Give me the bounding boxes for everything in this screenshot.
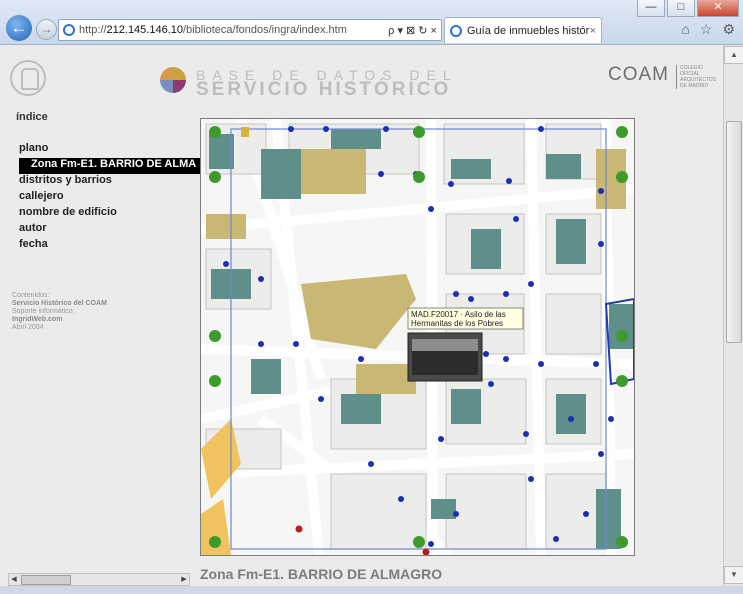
sidebar-item-nombre-edificio[interactable]: nombre de edificio bbox=[19, 206, 207, 222]
horizontal-scrollbar[interactable]: ◀ ▶ bbox=[8, 573, 190, 586]
ie-page-icon bbox=[63, 24, 75, 36]
maximize-button[interactable]: □ bbox=[667, 0, 695, 17]
browser-tab[interactable]: Guía de inmuebles históricos × bbox=[444, 17, 602, 43]
settings-gear-icon[interactable]: ⚙ bbox=[722, 21, 735, 38]
coam-seal-logo[interactable] bbox=[10, 60, 46, 96]
close-window-button[interactable]: ✕ bbox=[697, 0, 739, 17]
url-path: /biblioteca/fondos/ingra/index.htm bbox=[183, 24, 347, 36]
horizontal-scroll-thumb[interactable] bbox=[21, 575, 71, 585]
database-logo-icon bbox=[160, 67, 186, 93]
address-bar[interactable]: http://212.145.146.10/biblioteca/fondos/… bbox=[58, 19, 442, 41]
tab-close-button[interactable]: × bbox=[590, 25, 601, 37]
url-host: 212.145.146.10 bbox=[106, 24, 183, 36]
web-page: BASE DE DATOS DEL SERVICIO HISTÓRICO COA… bbox=[0, 45, 723, 586]
sidebar-index: índice plano Zona Fm-E1. BARRIO DE ALMA … bbox=[12, 111, 207, 254]
minimize-button[interactable]: — bbox=[637, 0, 665, 17]
scroll-left-arrow-icon[interactable]: ◀ bbox=[9, 574, 19, 585]
sidebar-item-autor[interactable]: autor bbox=[19, 222, 207, 238]
credits-dev: IngridWeb.com bbox=[12, 316, 63, 323]
coam-logo[interactable]: COAM bbox=[608, 64, 669, 86]
credits-line: Contenidos: bbox=[12, 292, 50, 299]
coam-sub-line: DE MADRID bbox=[680, 83, 709, 89]
zone-map[interactable]: MAD.F20017 · Asilo de las Hermanitas de … bbox=[200, 118, 635, 556]
tooltip-photo-building bbox=[412, 351, 478, 375]
legend-marker-icon bbox=[241, 127, 249, 137]
home-icon[interactable]: ⌂ bbox=[681, 21, 689, 38]
tooltip-line1: MAD.F20017 · Asilo de las bbox=[411, 310, 506, 319]
sidebar-item-fecha[interactable]: fecha bbox=[19, 238, 207, 254]
tooltip-line2: Hermanitas de los Pobres bbox=[411, 319, 503, 328]
index-heading[interactable]: índice bbox=[16, 111, 207, 123]
scroll-right-arrow-icon[interactable]: ▶ bbox=[179, 574, 189, 585]
credits-line: Servicio Histórico del COAM bbox=[12, 300, 107, 308]
favorites-icon[interactable]: ☆ bbox=[700, 21, 713, 38]
back-button[interactable]: ← bbox=[6, 15, 32, 41]
sidebar-item-distritos[interactable]: distritos y barrios bbox=[19, 174, 207, 190]
url-host-prefix: http:// bbox=[79, 24, 107, 36]
window-controls: — □ ✕ bbox=[637, 0, 739, 17]
map-svg[interactable]: MAD.F20017 · Asilo de las Hermanitas de … bbox=[201, 119, 634, 555]
browser-chrome: — □ ✕ ← → http://212.145.146.10/bibliote… bbox=[0, 0, 743, 45]
address-tools[interactable]: ρ ▾ ⊠ ↻ × bbox=[388, 24, 441, 37]
address-url[interactable]: http://212.145.146.10/biblioteca/fondos/… bbox=[79, 24, 388, 36]
vertical-scroll-thumb[interactable] bbox=[726, 121, 742, 343]
scroll-down-arrow-icon[interactable]: ▼ bbox=[724, 566, 743, 584]
browser-right-icons: ⌂ ☆ ⚙ bbox=[681, 21, 735, 38]
tab-title: Guía de inmuebles históricos bbox=[467, 24, 590, 37]
vertical-scrollbar[interactable]: ▲ ▼ bbox=[723, 45, 743, 586]
credits-line: Soporte informático: bbox=[12, 308, 75, 315]
tab-favicon-icon bbox=[450, 24, 462, 37]
scroll-up-arrow-icon[interactable]: ▲ bbox=[724, 46, 743, 64]
db-title-line2: SERVICIO HISTÓRICO bbox=[196, 79, 452, 100]
credits-line: Abril 2004 bbox=[12, 324, 44, 331]
sidebar-item-callejero[interactable]: callejero bbox=[19, 190, 207, 206]
credits-org: Servicio Histórico del COAM bbox=[12, 300, 107, 307]
credits: Contenidos: Servicio Histórico del COAM … bbox=[12, 292, 107, 332]
forward-button[interactable]: → bbox=[36, 19, 57, 40]
page-title: Zona Fm-E1. BARRIO DE ALMAGRO bbox=[200, 566, 443, 582]
sidebar-item-plano[interactable]: plano bbox=[19, 142, 207, 158]
credits-line: IngridWeb.com bbox=[12, 316, 107, 324]
sidebar-item-zona-active[interactable]: Zona Fm-E1. BARRIO DE ALMA bbox=[19, 158, 207, 174]
coam-logo-subtitle: COLEGIO OFICIAL ARQUITECTOS DE MADRID bbox=[676, 65, 716, 89]
